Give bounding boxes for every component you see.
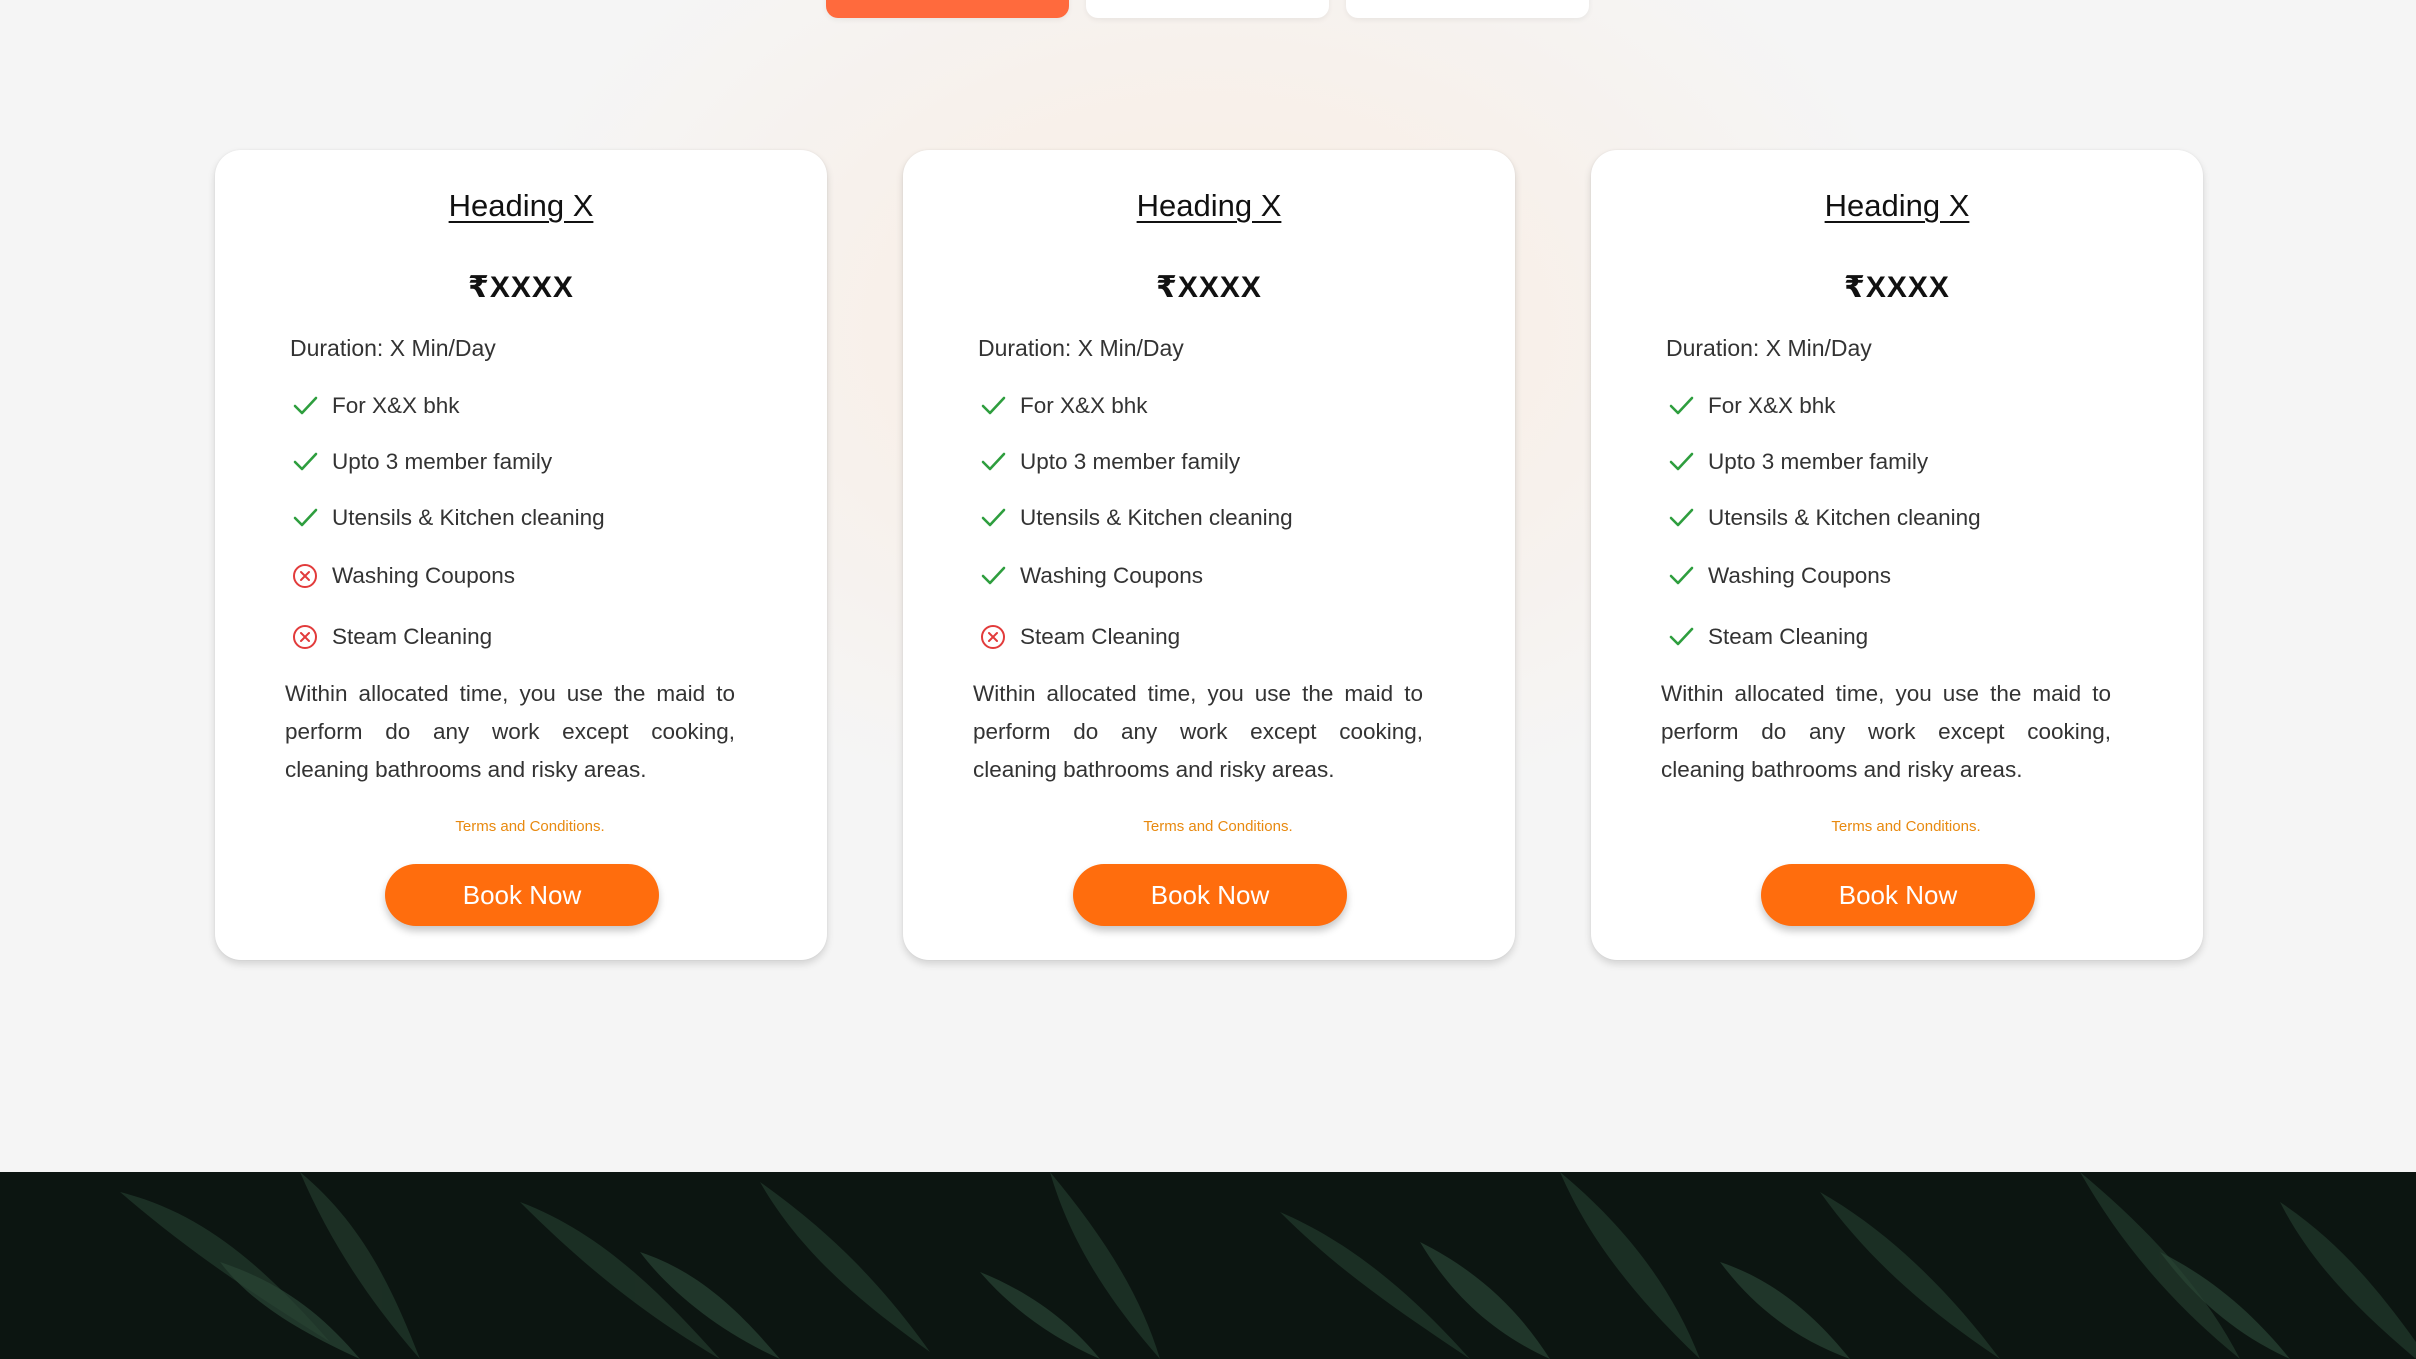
feature-item: Steam Cleaning xyxy=(978,617,1180,657)
card-description: Within allocated time, you use the maid … xyxy=(285,681,735,782)
feature-item: Utensils & Kitchen cleaning xyxy=(978,498,1293,538)
feature-label: Steam Cleaning xyxy=(1708,624,1869,649)
feature-label: Washing Coupons xyxy=(1708,563,1892,588)
card-description: Within allocated time, you use the maid … xyxy=(1661,681,2111,782)
card-duration: Duration: X Min/Day xyxy=(1666,335,1872,361)
feature-item: Washing Coupons xyxy=(978,556,1203,596)
book-now-button[interactable]: Book Now xyxy=(1761,864,2035,926)
feature-item: Washing Coupons xyxy=(1666,556,1891,596)
card-heading: Heading X xyxy=(1824,188,1970,223)
feature-item: For X&X bhk xyxy=(978,386,1148,426)
footer-foliage-background xyxy=(0,1172,2416,1359)
check-icon xyxy=(1666,447,1696,477)
card-price: ₹XXXX xyxy=(1156,271,1262,304)
pricing-cards: Heading X ₹XXXX Duration: X Min/Day For … xyxy=(0,150,2416,960)
terms-link[interactable]: Terms and Conditions. xyxy=(1591,818,2203,835)
feature-item: Utensils & Kitchen cleaning xyxy=(290,498,605,538)
feature-label: Steam Cleaning xyxy=(1020,624,1181,649)
plan-tabs xyxy=(0,0,2416,18)
book-now-button[interactable]: Book Now xyxy=(385,864,659,926)
feature-item: Steam Cleaning xyxy=(1666,617,1868,657)
feature-item: Utensils & Kitchen cleaning xyxy=(1666,498,1981,538)
card-heading: Heading X xyxy=(1136,188,1282,223)
feature-label: For X&X bhk xyxy=(332,393,460,418)
terms-link[interactable]: Terms and Conditions. xyxy=(903,818,1515,835)
feature-item: For X&X bhk xyxy=(1666,386,1836,426)
feature-label: Washing Coupons xyxy=(332,563,516,588)
feature-item: Steam Cleaning xyxy=(290,617,492,657)
feature-label: For X&X bhk xyxy=(1020,393,1148,418)
feature-label: Upto 3 member family xyxy=(1020,449,1241,474)
feature-label: For X&X bhk xyxy=(1708,393,1836,418)
check-icon xyxy=(290,447,320,477)
check-icon xyxy=(978,561,1008,591)
feature-item: Upto 3 member family xyxy=(290,442,552,482)
check-icon xyxy=(1666,391,1696,421)
feature-item: Upto 3 member family xyxy=(978,442,1240,482)
card-price: ₹XXXX xyxy=(1844,271,1950,304)
feature-item: Upto 3 member family xyxy=(1666,442,1928,482)
cross-circle-icon xyxy=(978,622,1008,652)
feature-label: Utensils & Kitchen cleaning xyxy=(332,505,605,530)
check-icon xyxy=(1666,561,1696,591)
cross-circle-icon xyxy=(290,622,320,652)
foliage-image xyxy=(0,1172,2416,1359)
pricing-card: Heading X ₹XXXX Duration: X Min/Day For … xyxy=(215,150,827,960)
feature-label: Utensils & Kitchen cleaning xyxy=(1708,505,1981,530)
card-heading: Heading X xyxy=(448,188,594,223)
plan-tab-2[interactable] xyxy=(1086,0,1329,18)
terms-link[interactable]: Terms and Conditions. xyxy=(215,818,827,835)
card-duration: Duration: X Min/Day xyxy=(290,335,496,361)
card-description: Within allocated time, you use the maid … xyxy=(973,681,1423,782)
feature-label: Steam Cleaning xyxy=(332,624,493,649)
check-icon xyxy=(290,503,320,533)
feature-item: Washing Coupons xyxy=(290,556,515,596)
feature-item: For X&X bhk xyxy=(290,386,460,426)
check-icon xyxy=(978,503,1008,533)
card-duration: Duration: X Min/Day xyxy=(978,335,1184,361)
pricing-card: Heading X ₹XXXX Duration: X Min/Day For … xyxy=(1591,150,2203,960)
plan-tab-3[interactable] xyxy=(1346,0,1589,18)
check-icon xyxy=(978,391,1008,421)
check-icon xyxy=(1666,622,1696,652)
feature-label: Washing Coupons xyxy=(1020,563,1204,588)
feature-label: Utensils & Kitchen cleaning xyxy=(1020,505,1293,530)
card-price: ₹XXXX xyxy=(468,271,574,304)
check-icon xyxy=(1666,503,1696,533)
check-icon xyxy=(290,391,320,421)
cross-circle-icon xyxy=(290,561,320,591)
feature-label: Upto 3 member family xyxy=(332,449,553,474)
check-icon xyxy=(978,447,1008,477)
feature-label: Upto 3 member family xyxy=(1708,449,1929,474)
book-now-button[interactable]: Book Now xyxy=(1073,864,1347,926)
pricing-card: Heading X ₹XXXX Duration: X Min/Day For … xyxy=(903,150,1515,960)
plan-tab-1[interactable] xyxy=(826,0,1069,18)
